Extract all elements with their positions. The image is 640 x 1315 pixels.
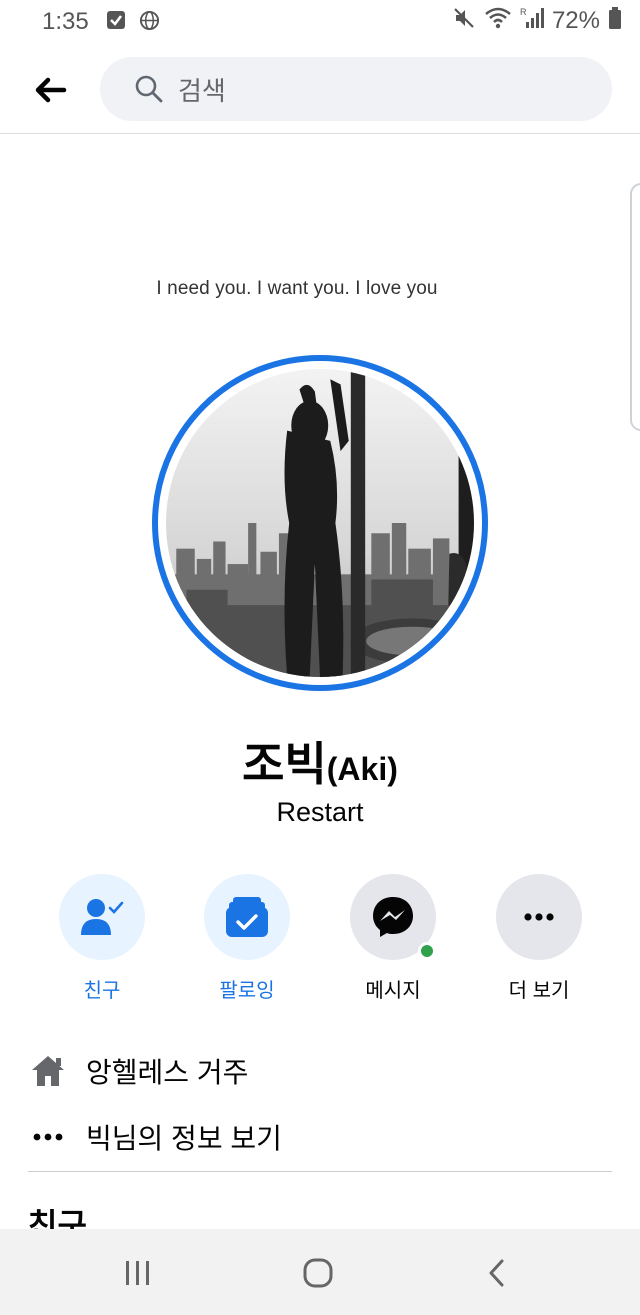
ellipsis-icon	[28, 1132, 68, 1142]
checkbox-icon	[106, 10, 126, 35]
search-icon	[135, 75, 163, 103]
signal-icon: R	[520, 6, 544, 35]
system-back-button[interactable]	[472, 1251, 522, 1295]
cover-photo[interactable]: I need you. I want you. I love you	[0, 135, 640, 355]
profile-name-alternate: (Aki)	[326, 751, 398, 787]
message-button-circle[interactable]	[350, 874, 436, 960]
chevron-left-icon	[489, 1259, 504, 1287]
home-button[interactable]	[293, 1251, 343, 1295]
following-icon	[226, 897, 268, 937]
battery-percent: 72%	[551, 6, 600, 34]
more-icon	[524, 913, 554, 921]
profile-name: 조빅(Aki)	[0, 728, 640, 794]
friends-button[interactable]: 친구	[37, 874, 167, 1003]
cover-caption: I need you. I want you. I love you	[156, 278, 438, 299]
profile-picture[interactable]	[152, 355, 488, 691]
mute-icon	[452, 6, 476, 35]
recent-apps-icon	[126, 1261, 149, 1285]
battery-icon	[608, 6, 622, 35]
see-about-row[interactable]: 빅님의 정보 보기	[28, 1112, 282, 1162]
following-button-label: 팔로잉	[219, 980, 275, 1002]
following-button-circle[interactable]	[204, 874, 290, 960]
search-input[interactable]: 검색	[178, 71, 226, 108]
more-button[interactable]: 더 보기	[474, 874, 604, 1003]
top-bar: 검색	[0, 44, 640, 134]
profile-bio: Restart	[276, 797, 364, 827]
back-arrow-icon	[35, 77, 67, 103]
messenger-icon	[373, 897, 413, 937]
status-bar: 1:35 R 72%	[0, 0, 640, 44]
profile-name-primary: 조빅	[242, 738, 327, 790]
globe-icon	[139, 10, 160, 36]
more-button-circle[interactable]	[496, 874, 582, 960]
back-button[interactable]	[28, 70, 72, 110]
wifi-icon	[484, 6, 512, 35]
following-button[interactable]: 팔로잉	[182, 874, 312, 1003]
friends-button-label: 친구	[83, 980, 121, 1002]
location-text: 앙헬레스 거주	[86, 1057, 249, 1088]
profile-actions: 친구 팔로잉 메시지 더 보기	[0, 874, 640, 1004]
location-row: 앙헬레스 거주	[28, 1046, 248, 1096]
see-about-text[interactable]: 빅님의 정보 보기	[86, 1117, 282, 1157]
system-nav-bar	[0, 1229, 640, 1315]
svg-text:R: R	[520, 7, 527, 17]
message-button[interactable]: 메시지	[328, 874, 458, 1003]
friends-button-circle[interactable]	[59, 874, 145, 960]
profile-photo-image	[166, 369, 474, 677]
friend-check-icon	[81, 899, 124, 935]
status-time: 1:35	[42, 8, 89, 35]
more-button-label: 더 보기	[508, 980, 570, 1002]
home-icon	[28, 1054, 68, 1088]
search-bar[interactable]: 검색	[100, 57, 612, 121]
home-circle-icon	[303, 1258, 333, 1288]
recent-apps-button[interactable]	[113, 1251, 163, 1295]
online-status-dot	[418, 942, 436, 960]
section-divider	[28, 1171, 612, 1172]
edge-panel-handle[interactable]	[630, 183, 640, 431]
message-button-label: 메시지	[365, 980, 421, 1002]
